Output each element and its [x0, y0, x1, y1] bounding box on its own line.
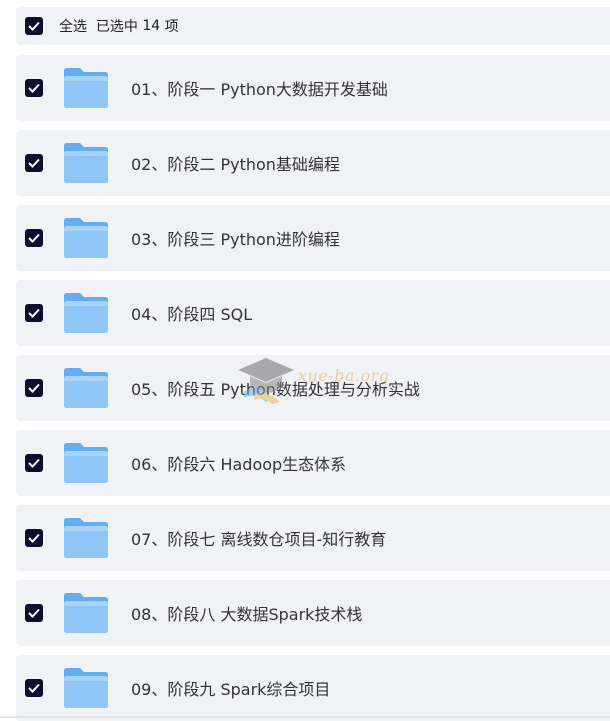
folder-icon — [64, 668, 108, 708]
file-row[interactable]: 08、阶段八 大数据Spark技术栈 — [16, 580, 610, 646]
file-name: 05、阶段五 Python数据处理与分析实战 — [131, 380, 420, 399]
row-checkbox[interactable] — [25, 304, 43, 322]
folder-icon — [64, 293, 108, 333]
row-checkbox[interactable] — [25, 604, 43, 622]
file-name: 04、阶段四 SQL — [131, 305, 253, 324]
folder-icon — [64, 443, 108, 483]
file-row[interactable]: 02、阶段二 Python基础编程 — [16, 130, 610, 196]
checkmark-icon — [28, 308, 40, 318]
checkmark-icon — [28, 608, 40, 618]
select-all-bar: 全选 已选中 14 项 — [16, 7, 610, 45]
checkmark-icon — [28, 158, 40, 168]
row-checkbox[interactable] — [25, 154, 43, 172]
folder-icon — [64, 143, 108, 183]
folder-icon — [64, 593, 108, 633]
selected-count: 14 — [142, 18, 161, 34]
row-checkbox[interactable] — [25, 679, 43, 697]
folder-icon — [64, 368, 108, 408]
folder-icon — [64, 218, 108, 258]
row-checkbox[interactable] — [25, 379, 43, 397]
checkmark-icon — [28, 458, 40, 468]
count-unit: 项 — [160, 19, 179, 35]
checkmark-icon — [28, 83, 40, 93]
file-name: 02、阶段二 Python基础编程 — [131, 155, 340, 174]
file-row[interactable]: 03、阶段三 Python进阶编程 — [16, 205, 610, 271]
checkmark-icon — [28, 21, 40, 31]
row-checkbox[interactable] — [25, 229, 43, 247]
row-checkbox[interactable] — [25, 454, 43, 472]
file-row[interactable]: 06、阶段六 Hadoop生态体系 — [16, 430, 610, 496]
file-name: 06、阶段六 Hadoop生态体系 — [131, 455, 347, 474]
file-row[interactable]: 04、阶段四 SQL — [16, 280, 610, 346]
file-name: 07、阶段七 离线数仓项目-知行教育 — [131, 530, 387, 549]
checkmark-icon — [28, 533, 40, 543]
file-row[interactable]: 01、阶段一 Python大数据开发基础 — [16, 55, 610, 121]
file-name: 08、阶段八 大数据Spark技术栈 — [131, 605, 363, 624]
file-name: 09、阶段九 Spark综合项目 — [131, 680, 331, 699]
file-name: 03、阶段三 Python进阶编程 — [131, 230, 340, 249]
file-row[interactable]: 09、阶段九 Spark综合项目 — [16, 655, 610, 721]
checkmark-icon — [28, 383, 40, 393]
file-row[interactable]: 05、阶段五 Python数据处理与分析实战 — [16, 355, 610, 421]
folder-icon — [64, 68, 108, 108]
select-all-checkbox[interactable] — [25, 17, 43, 35]
row-checkbox[interactable] — [25, 529, 43, 547]
folder-icon — [64, 518, 108, 558]
checkmark-icon — [28, 233, 40, 243]
file-name: 01、阶段一 Python大数据开发基础 — [131, 80, 388, 99]
checkmark-icon — [28, 683, 40, 693]
select-all-label: 全选 已选中 — [59, 19, 143, 35]
file-row[interactable]: 07、阶段七 离线数仓项目-知行教育 — [16, 505, 610, 571]
row-checkbox[interactable] — [25, 79, 43, 97]
